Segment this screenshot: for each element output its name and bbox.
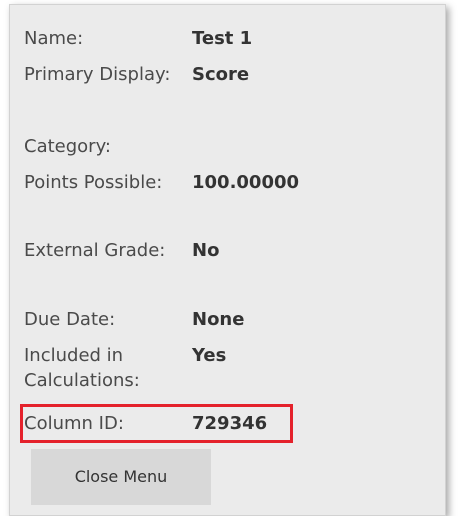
detail-value: No xyxy=(192,240,220,261)
detail-label: Category: xyxy=(24,136,111,157)
detail-label: External Grade: xyxy=(24,240,166,261)
detail-label: Due Date: xyxy=(24,309,116,330)
detail-value: 100.00000 xyxy=(192,172,300,193)
detail-value: Yes xyxy=(192,345,227,366)
detail-label: Name: xyxy=(24,28,84,49)
close-menu-button[interactable]: Close Menu xyxy=(31,449,211,505)
detail-label: Included in Calculations: xyxy=(24,345,140,391)
detail-value: Test 1 xyxy=(192,28,253,49)
column-id-highlight-box xyxy=(20,404,293,443)
detail-value: Score xyxy=(192,64,250,85)
detail-label: Points Possible: xyxy=(24,172,163,193)
detail-value: None xyxy=(192,309,245,330)
detail-label: Primary Display: xyxy=(24,64,171,85)
